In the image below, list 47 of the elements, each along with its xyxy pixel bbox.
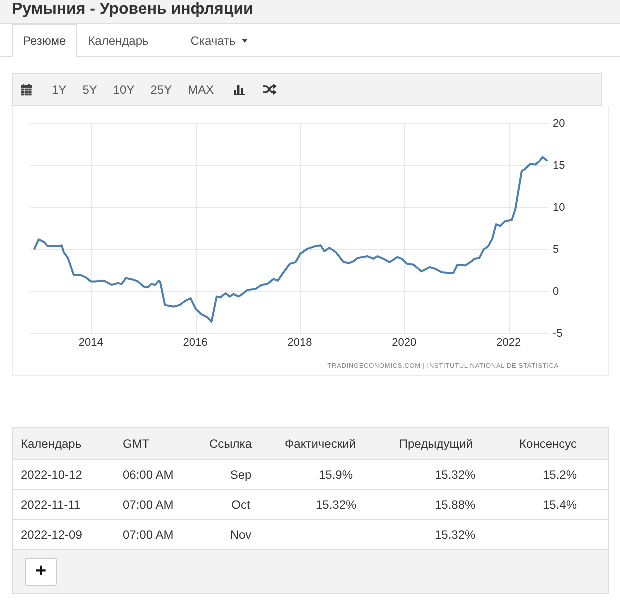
page-title: Румыния - Уровень инфляции <box>12 0 254 20</box>
range-button[interactable]: 5Y <box>82 80 98 98</box>
range-button[interactable]: 25Y <box>150 80 172 98</box>
shuffle-icon[interactable] <box>263 84 278 95</box>
x-axis-label: 2018 <box>288 337 312 349</box>
table-cell-text: 15.32% <box>315 496 358 512</box>
y-axis-label: 5 <box>553 244 560 256</box>
x-axis-label: 2020 <box>392 337 417 349</box>
table-cell-text: 07:00 AM <box>122 496 175 512</box>
caret-icon <box>242 39 248 43</box>
column-header: Календарь <box>20 436 83 452</box>
table-cell-text: 2022-10-12 <box>20 466 84 482</box>
y-axis-label: 15 <box>553 160 566 172</box>
table-cell-text: 15.2% <box>542 466 578 482</box>
y-axis-label: 10 <box>553 202 566 214</box>
x-axis-label: 2014 <box>78 337 104 349</box>
table-cell-text: 06:00 AM <box>122 466 175 482</box>
y-axis-label: -5 <box>553 328 563 340</box>
column-header: Фактический <box>284 436 357 452</box>
range-button[interactable]: 1Y <box>52 80 67 98</box>
x-axis-label: 2016 <box>183 337 208 349</box>
table-cell-text: Oct <box>230 496 252 512</box>
dropdown-tab[interactable]: Скачать <box>180 24 259 57</box>
table-cell-text: Nov <box>229 526 253 542</box>
range-button[interactable]: 10Y <box>113 80 135 98</box>
tab[interactable]: Резюме <box>12 24 78 57</box>
add-button[interactable]: + <box>25 558 57 586</box>
column-header: Ссылка <box>208 436 253 452</box>
table-cell-text: 2022-11-11 <box>20 496 82 512</box>
column-header: GMT <box>122 436 151 452</box>
y-axis-label: 20 <box>553 118 566 130</box>
table-cell-text: 15.4% <box>542 496 578 512</box>
table-cell-text: 15.88% <box>434 496 477 512</box>
x-axis-label: 2022 <box>496 337 522 349</box>
table-cell-text: Sep <box>229 466 253 482</box>
table-cell-text: 07:00 AM <box>122 526 175 542</box>
table-cell-text: 15.32% <box>434 526 477 542</box>
tab[interactable]: Календарь <box>77 24 160 57</box>
table-cell-text: 15.32% <box>434 466 477 482</box>
calendar-icon[interactable] <box>21 84 32 96</box>
range-button[interactable]: MAX <box>188 80 214 98</box>
y-axis-label: 0 <box>553 286 560 298</box>
table-cell-text: 2022-12-09 <box>20 526 84 542</box>
column-header: Консенсус <box>518 436 578 452</box>
column-header: Предыдущий <box>398 436 474 452</box>
bar-chart-icon[interactable] <box>234 84 246 95</box>
table-cell-text: 15.9% <box>318 466 354 482</box>
